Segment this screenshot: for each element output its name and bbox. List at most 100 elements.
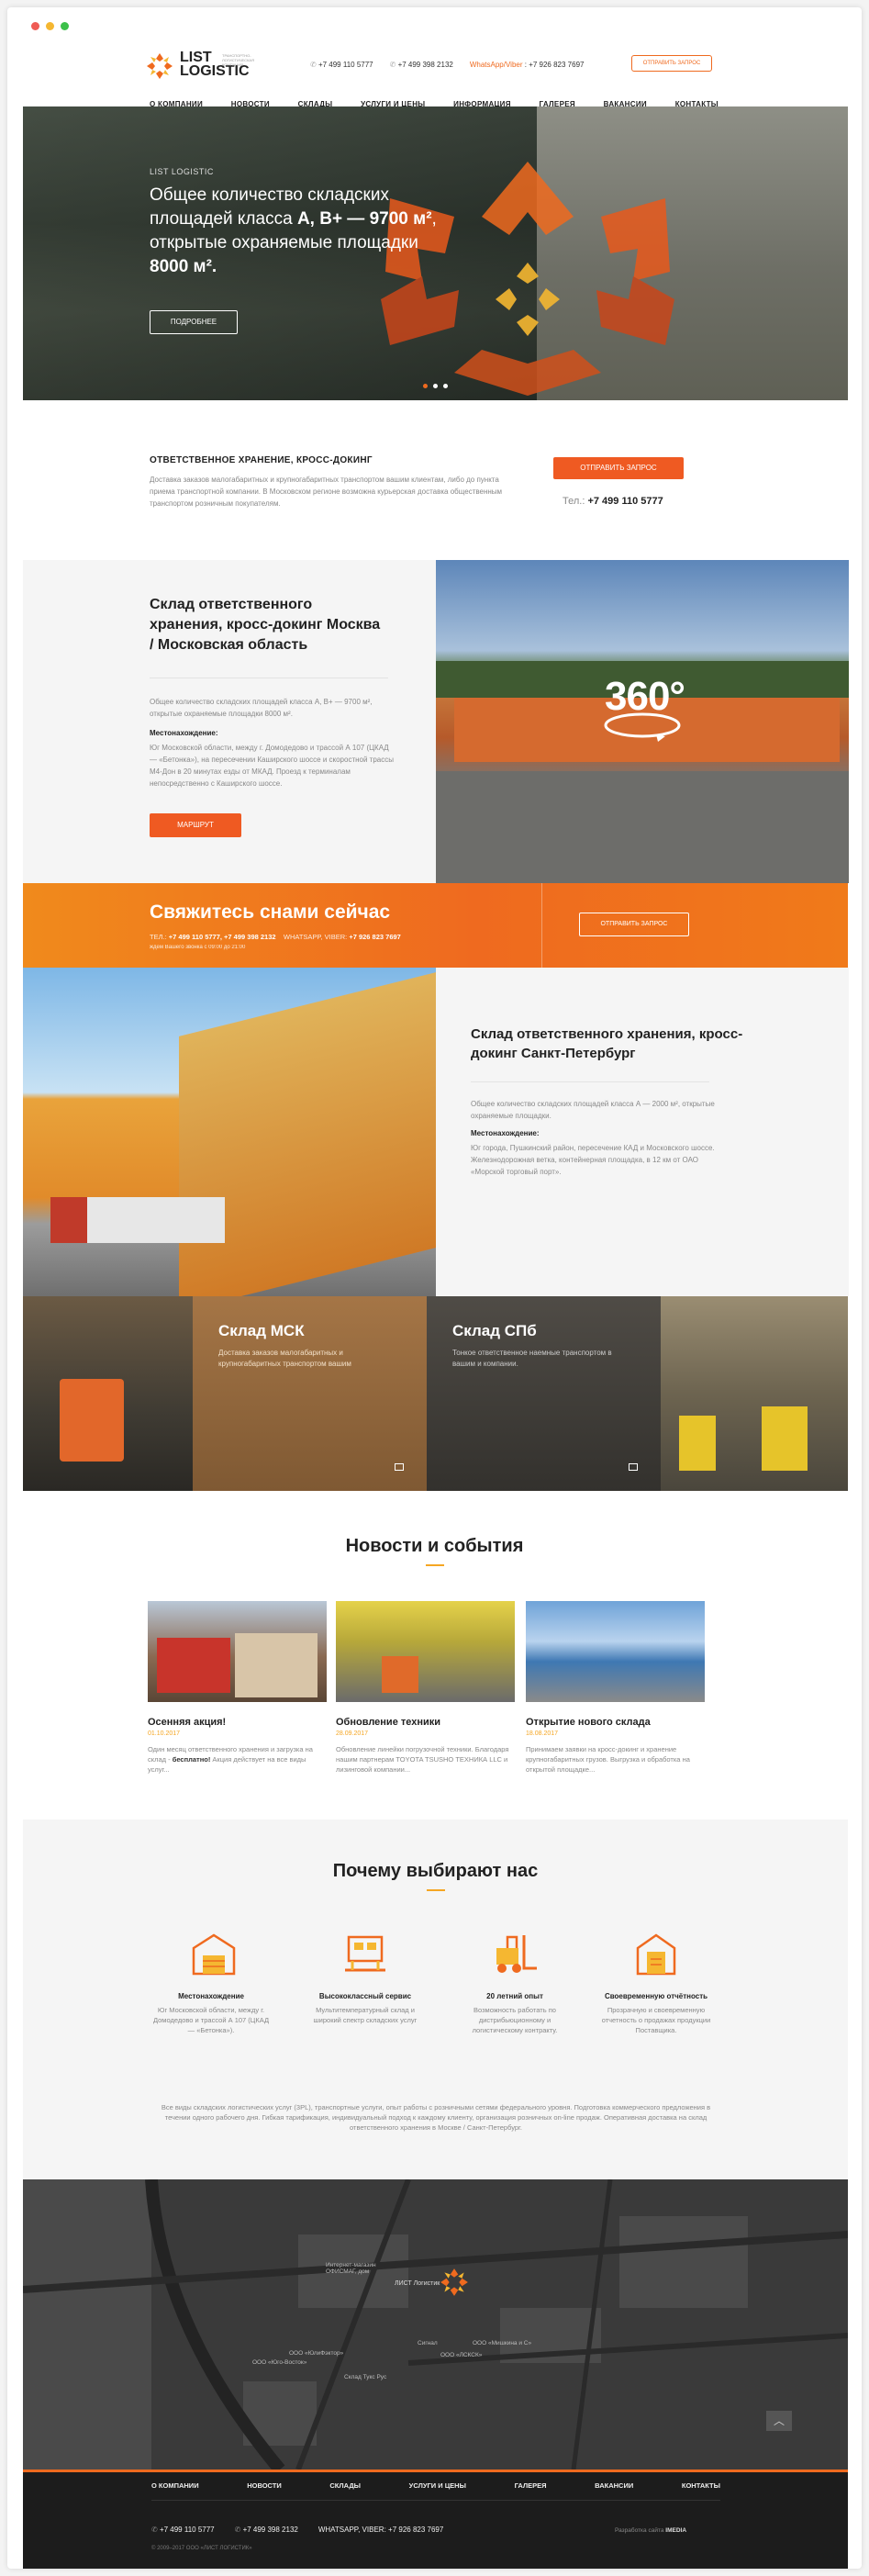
news-heading-wrap: Новости и события — [7, 1535, 862, 1566]
tile-spb-text: Тонкое ответственное наемные транспортом… — [452, 1349, 612, 1368]
spb-loc-text: Юг города, Пушкинский район, пересечение… — [471, 1144, 715, 1176]
tile-msk[interactable]: Склад МСК Доставка заказов малогабаритны… — [193, 1296, 427, 1491]
spb-title: Склад ответственного хранения, кросс-док… — [471, 1026, 743, 1061]
expand-icon[interactable] — [629, 1463, 638, 1471]
warehouse-icon — [192, 1933, 236, 1976]
intro-request-button[interactable]: ОТПРАВИТЬ ЗАПРОС — [553, 457, 684, 479]
spb-photo — [23, 968, 436, 1296]
phone-1[interactable]: ✆ +7 499 110 5777 — [310, 61, 373, 69]
why-section: Почему выбирают нас Местонахождение Юг М… — [23, 1820, 848, 2179]
expand-icon[interactable] — [395, 1463, 404, 1471]
map-label-7: Склад Тукс Рус — [344, 2374, 387, 2380]
spb-text: Общее количество складских площадей клас… — [471, 1100, 715, 1120]
contact-band-phones[interactable]: ТЕЛ.: +7 499 110 5777, +7 499 398 2132 W… — [150, 933, 401, 941]
why-title-4: Своевременную отчётность — [604, 1992, 708, 2000]
rotate-360-icon — [604, 712, 681, 742]
footer-phone-3[interactable]: WHATSAPP, VIBER: +7 926 823 7697 — [318, 2526, 443, 2534]
news-title-2[interactable]: Обновление техники — [336, 1717, 440, 1728]
scroll-top-icon[interactable]: ︿ — [766, 2411, 792, 2431]
intro-title: ОТВЕТСТВЕННОЕ ХРАНЕНИЕ, КРОСС-ДОКИНГ — [150, 455, 373, 465]
map-label-3: ООО «ЛСКСК» — [440, 2352, 483, 2358]
header-request-button[interactable]: ОТПРАВИТЬ ЗАПРОС — [631, 55, 712, 72]
phone-icon: ✆ — [310, 61, 318, 69]
why-title-3: 20 летний опыт — [486, 1992, 543, 2000]
news-image-3[interactable] — [526, 1601, 705, 1702]
map-label-1: Интернет-магазин ОФИСМАГ, дом — [326, 2262, 376, 2275]
footer: О КОМПАНИИ НОВОСТИ СКЛАДЫ УСЛУГИ И ЦЕНЫ … — [23, 2472, 848, 2569]
news-heading: Новости и события — [345, 1536, 524, 1556]
contact-band: Свяжитесь снами сейчас ТЕЛ.: +7 499 110 … — [23, 883, 848, 968]
report-icon — [636, 1933, 676, 1976]
phone-2[interactable]: ✆ +7 499 398 2132 — [390, 61, 453, 69]
news-date-2: 28.09.2017 — [336, 1730, 369, 1737]
tile-msk-text: Доставка заказов малогабаритных и крупно… — [218, 1349, 351, 1368]
news-image-2[interactable] — [336, 1601, 515, 1702]
contact-band-request-button[interactable]: ОТПРАВИТЬ ЗАПРОС — [579, 913, 689, 936]
footer-nav-vacancies[interactable]: ВАКАНСИИ — [595, 2481, 633, 2490]
hero-title: Общее количество складских площадей клас… — [150, 185, 437, 276]
footer-nav-services[interactable]: УСЛУГИ И ЦЕНЫ — [409, 2481, 466, 2490]
footer-nav-news[interactable]: НОВОСТИ — [247, 2481, 282, 2490]
footer-nav-about[interactable]: О КОМПАНИИ — [151, 2481, 199, 2490]
tile-photo-forklift — [23, 1296, 193, 1491]
map-label-4: ООО «Мишкина и С» — [473, 2340, 532, 2346]
contact-band-hours: ждем Вашего звонка с 09:00 до 21:00 — [150, 945, 246, 950]
maximize-dot-icon[interactable] — [61, 22, 69, 30]
news-text-2: Обновление линейки погрузочной техники. … — [336, 1745, 509, 1774]
map-label-2: Сигнал — [418, 2340, 438, 2346]
divider — [425, 1564, 444, 1566]
divider — [541, 883, 542, 968]
news-image-1[interactable] — [148, 1601, 327, 1702]
slider-dot-3[interactable] — [443, 384, 448, 388]
news-title-3[interactable]: Открытие нового склада — [526, 1717, 651, 1728]
map-roads — [23, 2179, 848, 2470]
moscow-loc-label: Местонахождение: — [150, 729, 218, 737]
tile-spb[interactable]: Склад СПб Тонкое ответственное наемные т… — [427, 1296, 661, 1491]
intro-phone[interactable]: Тел.: +7 499 110 5777 — [563, 496, 663, 507]
hero-more-button[interactable]: ПОДРОБНЕЕ — [150, 310, 238, 334]
close-dot-icon[interactable] — [31, 22, 39, 30]
phone-icon: ✆ — [151, 2526, 160, 2534]
footer-nav: О КОМПАНИИ НОВОСТИ СКЛАДЫ УСЛУГИ И ЦЕНЫ … — [151, 2481, 720, 2490]
why-heading: Почему выбирают нас — [332, 1861, 539, 1881]
logo-icon — [147, 53, 173, 79]
slider-dot-1[interactable] — [423, 384, 428, 388]
divider — [471, 1081, 709, 1082]
map-label-5: ООО «ЮлиФэктор» — [289, 2350, 344, 2357]
footer-phone-1[interactable]: ✆ +7 499 110 5777 — [151, 2526, 215, 2534]
why-text-4: Прозрачную и своевременную отчетность о … — [601, 2006, 711, 2034]
divider — [151, 2500, 720, 2501]
news-text-1: Один месяц ответственного хранения и заг… — [148, 1745, 313, 1774]
slider-dot-2[interactable] — [433, 384, 438, 388]
window-controls — [31, 22, 69, 30]
moscow-text: Общее количество складских площадей клас… — [150, 698, 373, 718]
phone-3[interactable]: WhatsApp/Viber : +7 926 823 7697 — [470, 61, 585, 69]
why-title-1: Местонахождение — [178, 1992, 244, 2000]
developer-credit[interactable]: Разработка сайта IMEDIA — [615, 2527, 686, 2534]
copyright: © 2009–2017 ООО «ЛИСТ ЛОГИСТИК» — [151, 2546, 252, 2551]
spb-loc-label: Местонахождение: — [471, 1129, 540, 1137]
moscow-title: Склад ответственного хранения, кросс-док… — [150, 597, 381, 653]
phone-icon: ✆ — [234, 2526, 243, 2534]
logo-tagline: ТРАНСПОРТНО-ЛОГИСТИЧЕСКАЯ КОМПАНИЯ — [222, 53, 254, 67]
news-title-1[interactable]: Осенняя акция! — [148, 1717, 226, 1728]
footer-nav-gallery[interactable]: ГАЛЕРЕЯ — [515, 2481, 547, 2490]
footer-nav-contacts[interactable]: КОНТАКТЫ — [682, 2481, 720, 2490]
divider — [426, 1889, 445, 1891]
forklift-icon — [496, 1935, 537, 1973]
map-pin-logo-icon[interactable] — [439, 2267, 470, 2298]
route-button[interactable]: МАРШРУТ — [150, 813, 241, 837]
slider-dots — [423, 384, 448, 388]
minimize-dot-icon[interactable] — [46, 22, 54, 30]
footer-nav-warehouses[interactable]: СКЛАДЫ — [329, 2481, 361, 2490]
tile-msk-title: Склад МСК — [218, 1322, 305, 1339]
tile-photo-reach-truck — [661, 1296, 848, 1491]
footer-phone-2[interactable]: ✆ +7 499 398 2132 — [235, 2526, 298, 2534]
moscow-360-photo[interactable]: 360° — [436, 560, 849, 883]
why-text-2: Мультитемпературный склад и широкий спек… — [313, 2006, 418, 2024]
phone-icon: ✆ — [389, 61, 398, 69]
intro-text: Доставка заказов малогабаритных и крупно… — [150, 476, 503, 508]
logo[interactable]: LIST LOGISTIC ТРАНСПОРТНО-ЛОГИСТИЧЕСКАЯ … — [145, 48, 264, 84]
map[interactable]: ЛИСТ Логистик Интернет-магазин ОФИСМАГ, … — [23, 2179, 848, 2470]
tile-spb-title: Склад СПб — [452, 1322, 537, 1339]
